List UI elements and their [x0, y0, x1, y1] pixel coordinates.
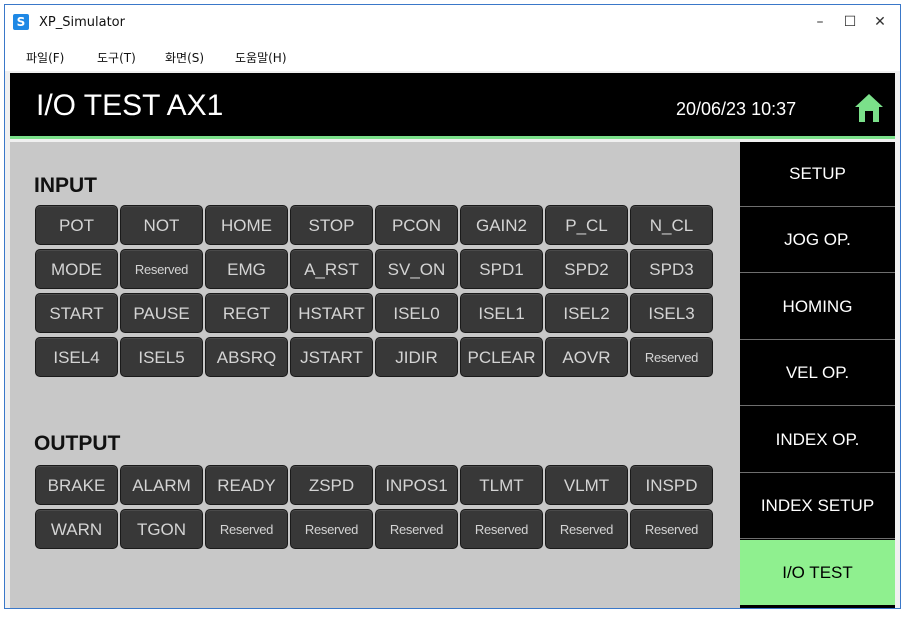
output-signal-zspd[interactable]: ZSPD [290, 465, 373, 505]
nav-label: JOG OP. [784, 230, 851, 250]
window-title: XP_Simulator [39, 15, 125, 30]
output-signal-reserved[interactable]: Reserved [375, 509, 458, 549]
menu-file[interactable]: 파일(F) [26, 49, 64, 66]
input-signal-spd1[interactable]: SPD1 [460, 249, 543, 289]
input-signal-gain2[interactable]: GAIN2 [460, 205, 543, 245]
input-signal-isel3[interactable]: ISEL3 [630, 293, 713, 333]
nav-index-op[interactable]: INDEX OP. [740, 408, 895, 473]
input-signal-spd2[interactable]: SPD2 [545, 249, 628, 289]
input-signal-spd3[interactable]: SPD3 [630, 249, 713, 289]
input-signal-start[interactable]: START [35, 293, 118, 333]
output-signal-tgon[interactable]: TGON [120, 509, 203, 549]
input-section-title: INPUT [34, 174, 97, 197]
maximize-button[interactable]: ☐ [835, 11, 865, 33]
output-signal-tlmt[interactable]: TLMT [460, 465, 543, 505]
title-bar: S XP_Simulator – ☐ ✕ [5, 5, 900, 41]
input-signal-isel0[interactable]: ISEL0 [375, 293, 458, 333]
menu-bar: 파일(F) 도구(T) 화면(S) 도움말(H) [5, 41, 900, 71]
output-signal-reserved[interactable]: Reserved [205, 509, 288, 549]
input-signal-reserved[interactable]: Reserved [630, 337, 713, 377]
menu-view[interactable]: 화면(S) [165, 49, 204, 66]
input-signal-aovr[interactable]: AOVR [545, 337, 628, 377]
menu-tools[interactable]: 도구(T) [97, 49, 136, 66]
close-button[interactable]: ✕ [865, 11, 895, 33]
input-signal-isel1[interactable]: ISEL1 [460, 293, 543, 333]
input-signal-stop[interactable]: STOP [290, 205, 373, 245]
nav-sidebar: SETUP JOG OP. HOMING VEL OP. INDEX OP. INDEX … [740, 142, 895, 608]
output-signal-reserved[interactable]: Reserved [460, 509, 543, 549]
output-signal-warn[interactable]: WARN [35, 509, 118, 549]
input-signal-hstart[interactable]: HSTART [290, 293, 373, 333]
screen-header: I/O TEST AX1 20/06/23 10:37 [10, 73, 895, 139]
output-signal-vlmt[interactable]: VLMT [545, 465, 628, 505]
input-signal-regt[interactable]: REGT [205, 293, 288, 333]
input-signal-isel4[interactable]: ISEL4 [35, 337, 118, 377]
menu-help[interactable]: 도움말(H) [235, 49, 287, 66]
nav-index-setup[interactable]: INDEX SETUP [740, 474, 895, 539]
nav-label: INDEX OP. [775, 429, 860, 449]
nav-label: HOMING [782, 296, 853, 316]
input-signal-isel5[interactable]: ISEL5 [120, 337, 203, 377]
input-signal-mode[interactable]: MODE [35, 249, 118, 289]
input-signal-sv-on[interactable]: SV_ON [375, 249, 458, 289]
output-signal-alarm[interactable]: ALARM [120, 465, 203, 505]
nav-vel-op[interactable]: VEL OP. [740, 341, 895, 407]
output-signal-brake[interactable]: BRAKE [35, 465, 118, 505]
output-signal-inpos1[interactable]: INPOS1 [375, 465, 458, 505]
output-signal-reserved[interactable]: Reserved [545, 509, 628, 549]
input-signal-jidir[interactable]: JIDIR [375, 337, 458, 377]
input-signal-p-cl[interactable]: P_CL [545, 205, 628, 245]
input-signal-reserved[interactable]: Reserved [120, 249, 203, 289]
input-signal-not[interactable]: NOT [120, 205, 203, 245]
output-signal-reserved[interactable]: Reserved [630, 509, 713, 549]
output-signal-inspd[interactable]: INSPD [630, 465, 713, 505]
minimize-button[interactable]: – [805, 11, 835, 33]
io-panel: INPUT POT NOT HOME STOP PCON GAIN2 P_CL N_CL MOD… [10, 142, 740, 608]
input-signal-pause[interactable]: PAUSE [120, 293, 203, 333]
input-signal-home[interactable]: HOME [205, 205, 288, 245]
output-signal-reserved[interactable]: Reserved [290, 509, 373, 549]
nav-homing[interactable]: HOMING [740, 275, 895, 340]
input-signal-pclear[interactable]: PCLEAR [460, 337, 543, 377]
nav-label: SETUP [789, 164, 846, 183]
input-signal-absrq[interactable]: ABSRQ [205, 337, 288, 377]
input-signal-pot[interactable]: POT [35, 205, 118, 245]
nav-label: INDEX SETUP [760, 496, 875, 515]
output-signal-grid: BRAKE ALARM READY ZSPD INPOS1 TLMT VLMT INSPD WA… [35, 465, 713, 549]
nav-jog-op[interactable]: JOG OP. [740, 208, 895, 274]
nav-setup[interactable]: SETUP [740, 142, 895, 207]
output-section-title: OUTPUT [34, 432, 121, 455]
datetime-display: 20/06/23 10:37 [676, 99, 797, 119]
app-window: S XP_Simulator – ☐ ✕ 파일(F) 도구(T) 화면(S) 도… [4, 4, 901, 609]
input-signal-grid: POT NOT HOME STOP PCON GAIN2 P_CL N_CL MODE Reser… [35, 205, 713, 377]
input-signal-a-rst[interactable]: A_RST [290, 249, 373, 289]
home-icon[interactable] [853, 92, 885, 124]
output-signal-ready[interactable]: READY [205, 465, 288, 505]
input-signal-pcon[interactable]: PCON [375, 205, 458, 245]
nav-i-o-test[interactable]: I/O TEST [740, 540, 895, 606]
input-signal-n-cl[interactable]: N_CL [630, 205, 713, 245]
nav-label: VEL OP. [785, 363, 850, 383]
input-signal-emg[interactable]: EMG [205, 249, 288, 289]
input-signal-isel2[interactable]: ISEL2 [545, 293, 628, 333]
input-signal-jstart[interactable]: JSTART [290, 337, 373, 377]
app-icon: S [13, 14, 29, 30]
page-title: I/O TEST AX1 [36, 89, 224, 122]
nav-label: I/O TEST [782, 562, 853, 582]
